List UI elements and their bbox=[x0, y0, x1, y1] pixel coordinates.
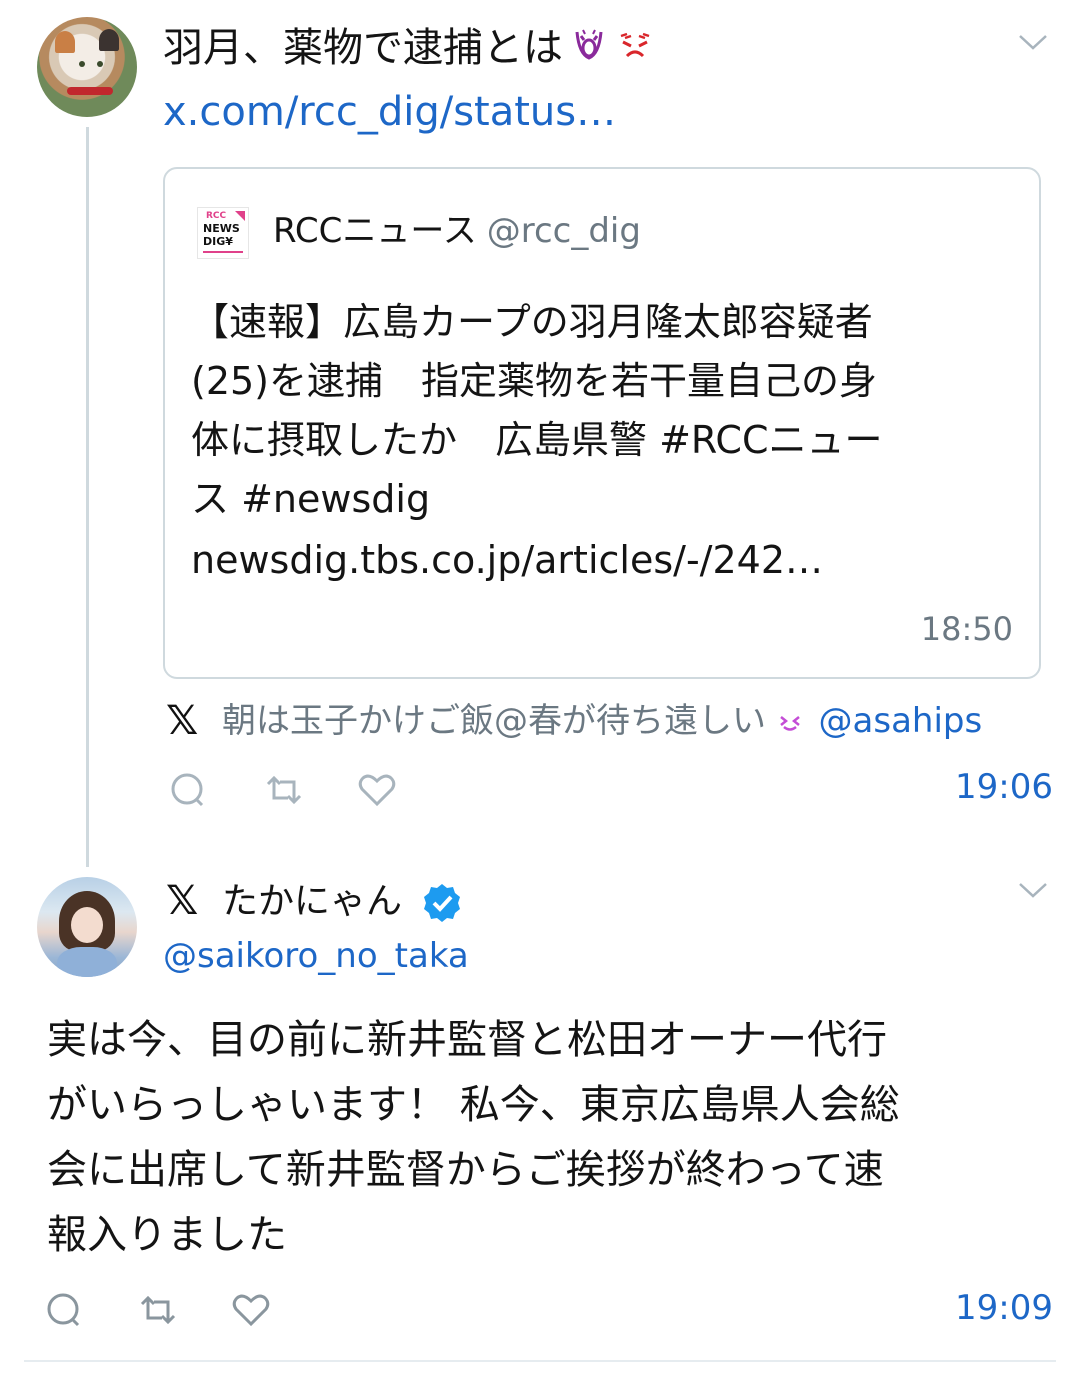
tweet-body-line: 報入りました bbox=[47, 1212, 287, 1258]
cat-eye bbox=[79, 61, 85, 67]
quote-article-link[interactable]: newsdig.tbs.co.jp/articles/-/242… bbox=[191, 531, 823, 590]
reply-icon[interactable] bbox=[168, 770, 208, 810]
author-handle[interactable]: @saikoro_no_taka bbox=[163, 934, 469, 978]
logo-accent bbox=[235, 211, 245, 221]
like-icon[interactable] bbox=[230, 1290, 270, 1330]
x-logo-icon: 𝕏 bbox=[166, 698, 199, 744]
heart-eyes-icon bbox=[770, 709, 811, 739]
tweet-link[interactable]: x.com/rcc_dig/status… bbox=[163, 86, 616, 138]
cat-eye bbox=[97, 61, 103, 67]
reply-icon[interactable] bbox=[44, 1290, 84, 1330]
quote-body-line: 体に摂取したか 広島県警 #RCCニュー bbox=[191, 418, 883, 462]
tweet-body-line: がいらっしゃいます！ 私今、東京広島県人会総 bbox=[47, 1082, 900, 1128]
chevron-down-icon[interactable] bbox=[1018, 880, 1048, 900]
tweet-timestamp[interactable]: 19:09 bbox=[955, 1286, 1053, 1330]
quote-body-line: 【速報】広島カープの羽月隆太郎容疑者 bbox=[191, 300, 873, 344]
logo-line-2: NEWS bbox=[203, 222, 240, 235]
like-icon[interactable] bbox=[356, 770, 396, 810]
attribution-name: 朝は玉子かけご飯@春が待ち遠しい bbox=[222, 701, 766, 741]
attribution[interactable]: 朝は玉子かけご飯@春が待ち遠しい @asahips bbox=[222, 699, 982, 746]
retweet-icon[interactable] bbox=[136, 1290, 176, 1330]
chevron-down-icon[interactable] bbox=[1018, 32, 1048, 52]
quote-body-line: ス #newsdig bbox=[191, 477, 431, 521]
quote-author[interactable]: RCCニュース @rcc_dig bbox=[273, 209, 641, 253]
tweet-body: 実は今、目の前に新井監督と松田オーナー代行 がいらっしゃいます！ 私今、東京広島… bbox=[47, 1008, 1047, 1268]
rcc-news-logo: RCC NEWS DIG¥ bbox=[197, 207, 249, 259]
open-mouth-shock-icon bbox=[569, 24, 609, 77]
retweet-icon[interactable] bbox=[262, 770, 302, 810]
tweet-timestamp[interactable]: 19:06 bbox=[955, 765, 1053, 809]
x-logo-icon: 𝕏 bbox=[166, 878, 199, 924]
quote-timestamp: 18:50 bbox=[920, 610, 1013, 648]
tweet-body-line: 実は今、目の前に新井監督と松田オーナー代行 bbox=[47, 1017, 887, 1063]
thread-line bbox=[86, 127, 89, 867]
avatar-face bbox=[71, 907, 103, 943]
avatar[interactable] bbox=[37, 17, 137, 117]
tweet-text: 羽月、薬物で逮捕とは bbox=[163, 22, 655, 77]
angry-face-icon bbox=[615, 24, 655, 77]
quote-account-handle: @rcc_dig bbox=[486, 211, 641, 251]
logo-line-1: RCC bbox=[206, 211, 227, 221]
tweet-text-content: 羽月、薬物で逮捕とは bbox=[163, 25, 563, 71]
avatar-body bbox=[57, 947, 117, 977]
quote-body: 【速報】広島カープの羽月隆太郎容疑者 (25)を逮捕 指定薬物を若干量自己の身 … bbox=[191, 293, 1021, 529]
tweet-body-line: 会に出席して新井監督からご挨拶が終わって速 bbox=[47, 1147, 884, 1193]
verified-badge-icon bbox=[420, 881, 464, 925]
quote-tweet-card[interactable]: RCC NEWS DIG¥ RCCニュース @rcc_dig 【速報】広島カープの… bbox=[163, 167, 1041, 679]
quote-account-name: RCCニュース bbox=[273, 211, 477, 251]
cat-collar bbox=[67, 87, 113, 95]
logo-underline bbox=[203, 251, 243, 253]
cat-ear bbox=[99, 29, 119, 51]
attribution-handle: @asahips bbox=[818, 701, 983, 741]
divider bbox=[24, 1360, 1056, 1362]
logo-line-3: DIG¥ bbox=[203, 235, 233, 248]
avatar[interactable] bbox=[37, 877, 137, 977]
author-name[interactable]: たかにゃん bbox=[222, 879, 402, 925]
cat-ear bbox=[55, 31, 75, 53]
quote-body-line: (25)を逮捕 指定薬物を若干量自己の身 bbox=[191, 359, 878, 403]
